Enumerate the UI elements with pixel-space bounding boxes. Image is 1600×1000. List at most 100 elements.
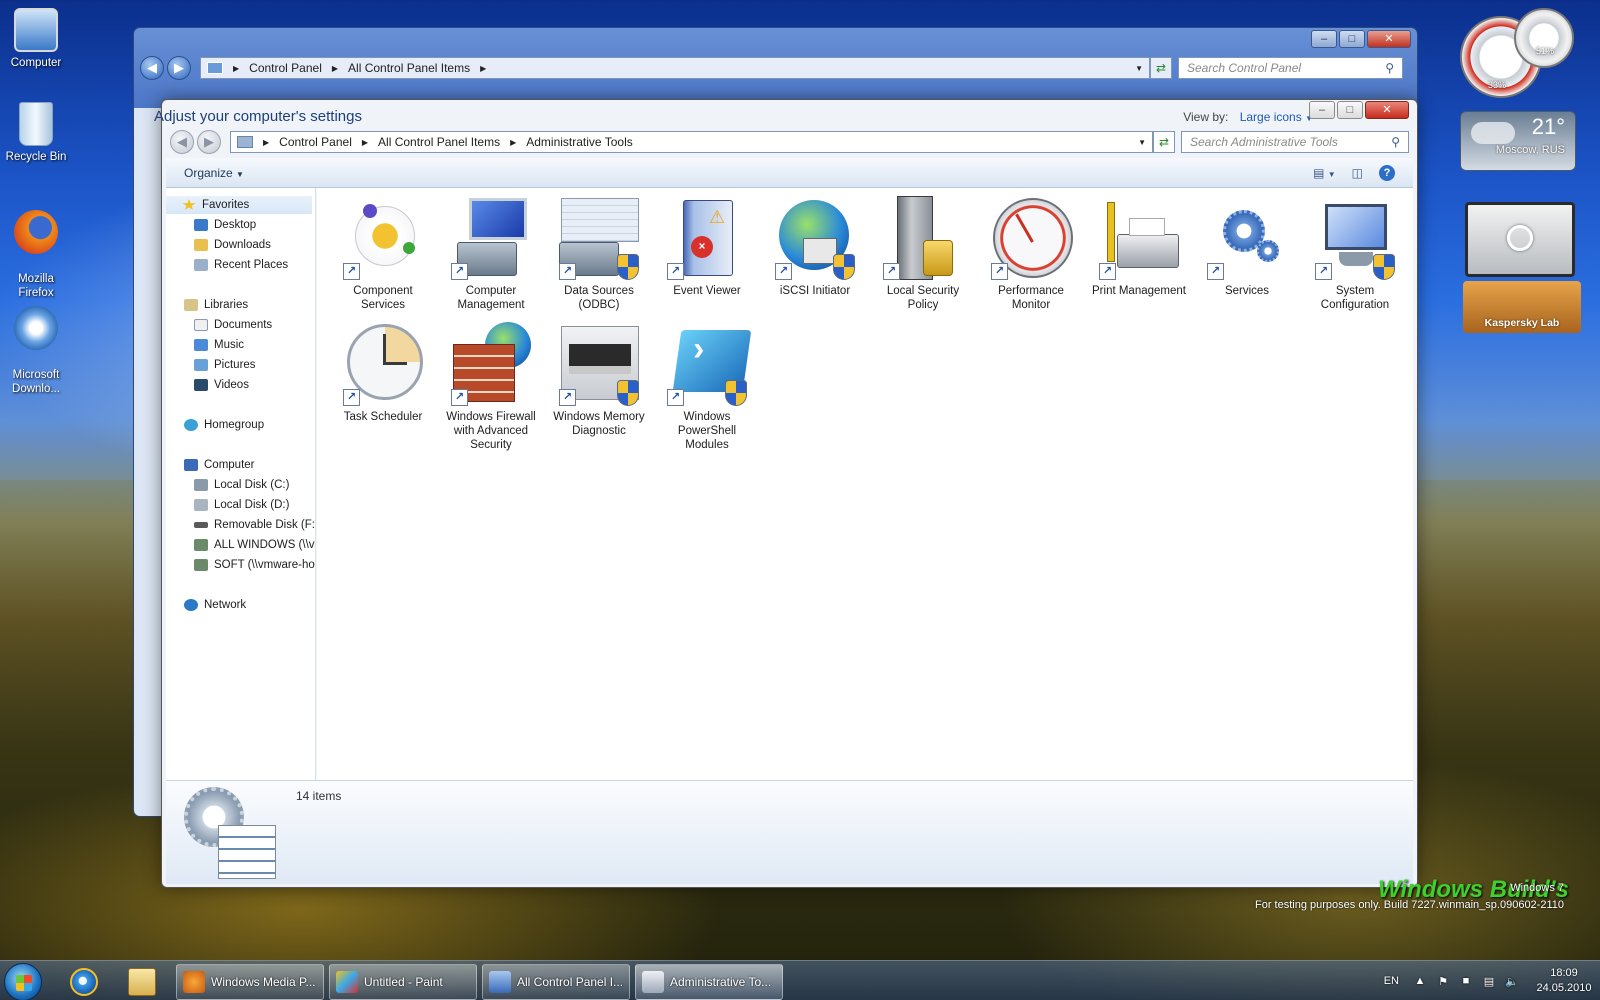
tool-print-management[interactable]: ↗ Print Management bbox=[1087, 196, 1191, 298]
language-indicator[interactable]: EN bbox=[1384, 975, 1399, 987]
data-sources-icon: ↗ bbox=[557, 196, 641, 280]
minimize-button[interactable]: – bbox=[1311, 30, 1337, 48]
breadcrumb-control-panel[interactable]: Control Panel bbox=[279, 135, 352, 149]
tool-services[interactable]: ↗ Services bbox=[1195, 196, 1299, 298]
tool-local-security-policy[interactable]: ↗ Local Security Policy bbox=[871, 196, 975, 312]
tool-event-viewer[interactable]: × ⚠ ↗ Event Viewer bbox=[655, 196, 759, 298]
breadcrumb-control-panel[interactable]: Control Panel bbox=[249, 61, 322, 75]
search-input[interactable]: Search Administrative Tools ⚲ bbox=[1181, 131, 1409, 153]
nav-network[interactable]: Network bbox=[184, 596, 246, 614]
desktop-icon-recycle-bin[interactable]: Recycle Bin bbox=[0, 102, 72, 164]
minimize-button[interactable]: – bbox=[1309, 101, 1335, 119]
computer-icon bbox=[14, 8, 58, 52]
address-bar[interactable]: ▶ Control Panel ▶ All Control Panel Item… bbox=[230, 131, 1153, 153]
nav-local-disk-d[interactable]: Local Disk (D:) bbox=[194, 496, 289, 514]
close-button[interactable]: ✕ bbox=[1367, 30, 1411, 48]
desktop-icon-microsoft-downloads[interactable]: Microsoft Downlo... bbox=[0, 292, 72, 410]
breadcrumb-all-items[interactable]: All Control Panel Items bbox=[348, 61, 470, 75]
clock-time: 18:09 bbox=[1550, 967, 1578, 979]
tool-data-sources-odbc[interactable]: ↗ Data Sources (ODBC) bbox=[547, 196, 651, 312]
volume-icon[interactable]: 🔈 bbox=[1505, 975, 1519, 988]
nav-favorites[interactable]: Favorites bbox=[166, 196, 312, 214]
nav-documents[interactable]: Documents bbox=[194, 316, 272, 334]
chevron-down-icon[interactable]: ▼ bbox=[1135, 64, 1143, 73]
forward-button[interactable]: ▶ bbox=[197, 130, 221, 154]
show-hidden-icons-icon[interactable]: ▲ bbox=[1413, 975, 1427, 987]
view-by-dropdown[interactable]: Large icons bbox=[1240, 110, 1302, 124]
nav-music[interactable]: Music bbox=[194, 336, 244, 354]
taskbar-item-windows-media-player[interactable]: Windows Media P... bbox=[176, 964, 324, 1000]
nav-desktop[interactable]: Desktop bbox=[194, 216, 256, 234]
close-button[interactable]: ✕ bbox=[1365, 101, 1409, 119]
maximize-button[interactable]: □ bbox=[1337, 101, 1363, 119]
nav-videos[interactable]: Videos bbox=[194, 376, 249, 394]
weather-gadget[interactable]: 21° Moscow, RUS bbox=[1460, 111, 1576, 171]
network-tray-icon[interactable]: ▤ bbox=[1482, 975, 1496, 988]
tool-computer-management[interactable]: ↗ Computer Management bbox=[439, 196, 543, 312]
back-button[interactable]: ◀ bbox=[140, 56, 164, 80]
maximize-button[interactable]: □ bbox=[1339, 30, 1365, 48]
nav-local-disk-c[interactable]: Local Disk (C:) bbox=[194, 476, 289, 494]
tool-system-configuration[interactable]: ↗ System Configuration bbox=[1303, 196, 1407, 312]
nav-recent-places[interactable]: Recent Places bbox=[194, 256, 288, 274]
build-watermark: Windows 7 For testing purposes only. Bui… bbox=[1255, 880, 1564, 914]
pinned-internet-explorer[interactable] bbox=[62, 965, 106, 999]
shortcut-arrow-icon: ↗ bbox=[991, 263, 1008, 280]
start-button[interactable] bbox=[4, 963, 42, 1000]
kaspersky-gadget[interactable]: Kaspersky Lab bbox=[1463, 202, 1581, 333]
search-icon: ⚲ bbox=[1391, 135, 1400, 149]
desktop-icon-computer[interactable]: Computer bbox=[0, 8, 72, 70]
iscsi-initiator-icon: ↗ bbox=[773, 196, 857, 280]
address-bar[interactable]: ▶ Control Panel ▶ All Control Panel Item… bbox=[200, 57, 1150, 79]
breadcrumb-administrative-tools[interactable]: Administrative Tools bbox=[526, 135, 633, 149]
view-by: View by: Large icons ▼ bbox=[1183, 110, 1313, 124]
file-list: ↗ Component Services ↗ Computer Manageme… bbox=[317, 188, 1413, 780]
chevron-right-icon: ▶ bbox=[510, 137, 517, 147]
tool-windows-firewall[interactable]: ↗ Windows Firewall with Advanced Securit… bbox=[439, 322, 543, 452]
breadcrumb-all-items[interactable]: All Control Panel Items bbox=[378, 135, 500, 149]
administrative-tools-window[interactable]: Adjust your computer's settings View by:… bbox=[154, 99, 1418, 888]
shortcut-arrow-icon: ↗ bbox=[451, 389, 468, 406]
back-button[interactable]: ◀ bbox=[170, 130, 194, 154]
taskbar-item-control-panel[interactable]: All Control Panel I... bbox=[482, 964, 630, 1000]
nav-libraries[interactable]: Libraries bbox=[184, 296, 248, 314]
nav-homegroup[interactable]: Homegroup bbox=[184, 416, 264, 434]
change-view-icon[interactable]: ▤ ▼ bbox=[1313, 166, 1336, 180]
taskbar-item-paint[interactable]: Untitled - Paint bbox=[329, 964, 477, 1000]
refresh-button[interactable]: ⇄ bbox=[1150, 57, 1172, 79]
videos-icon bbox=[194, 379, 208, 391]
clock[interactable]: 18:09 24.05.2010 bbox=[1528, 966, 1600, 996]
refresh-button[interactable]: ⇄ bbox=[1153, 131, 1175, 153]
uac-shield-icon bbox=[617, 380, 639, 406]
action-center-flag-icon[interactable]: ⚑ bbox=[1436, 975, 1450, 988]
kaspersky-tray-icon[interactable]: ■ bbox=[1459, 975, 1473, 987]
tool-component-services[interactable]: ↗ Component Services bbox=[331, 196, 435, 312]
nav-pictures[interactable]: Pictures bbox=[194, 356, 256, 374]
nav-network-drive-all-windows[interactable]: ALL WINDOWS (\\vr bbox=[194, 536, 315, 554]
chevron-down-icon[interactable]: ▼ bbox=[1138, 138, 1146, 147]
tool-windows-memory-diagnostic[interactable]: ↗ Windows Memory Diagnostic bbox=[547, 322, 651, 438]
tool-iscsi-initiator[interactable]: ↗ iSCSI Initiator bbox=[763, 196, 867, 298]
search-input[interactable]: Search Control Panel ⚲ bbox=[1178, 57, 1403, 79]
nav-downloads[interactable]: Downloads bbox=[194, 236, 271, 254]
forward-button[interactable]: ▶ bbox=[167, 56, 191, 80]
tool-windows-powershell-modules[interactable]: › ↗ Windows PowerShell Modules bbox=[655, 322, 759, 452]
windows-logo-icon bbox=[16, 975, 32, 991]
nav-computer[interactable]: Computer bbox=[184, 456, 255, 474]
tool-label: Windows PowerShell Modules bbox=[677, 411, 737, 451]
cloud-icon bbox=[1471, 122, 1515, 144]
tool-task-scheduler[interactable]: ↗ Task Scheduler bbox=[331, 322, 435, 424]
help-icon[interactable]: ? bbox=[1379, 164, 1395, 181]
pinned-windows-explorer[interactable] bbox=[120, 965, 164, 999]
organize-button[interactable]: Organize ▼ bbox=[184, 166, 244, 180]
media-player-icon bbox=[183, 971, 205, 993]
window-controls: – □ ✕ bbox=[1311, 30, 1411, 48]
taskbar-item-administrative-tools[interactable]: Administrative To... bbox=[635, 964, 783, 1000]
ram-meter-gadget[interactable] bbox=[1514, 8, 1574, 68]
nav-removable-disk-f[interactable]: Removable Disk (F:) bbox=[194, 516, 315, 534]
powershell-icon: › ↗ bbox=[665, 322, 752, 406]
firefox-icon bbox=[14, 210, 58, 254]
preview-pane-icon[interactable]: ◫ bbox=[1352, 166, 1363, 180]
tool-performance-monitor[interactable]: ↗ Performance Monitor bbox=[979, 196, 1083, 312]
nav-network-drive-soft[interactable]: SOFT (\\vmware-ho bbox=[194, 556, 315, 574]
